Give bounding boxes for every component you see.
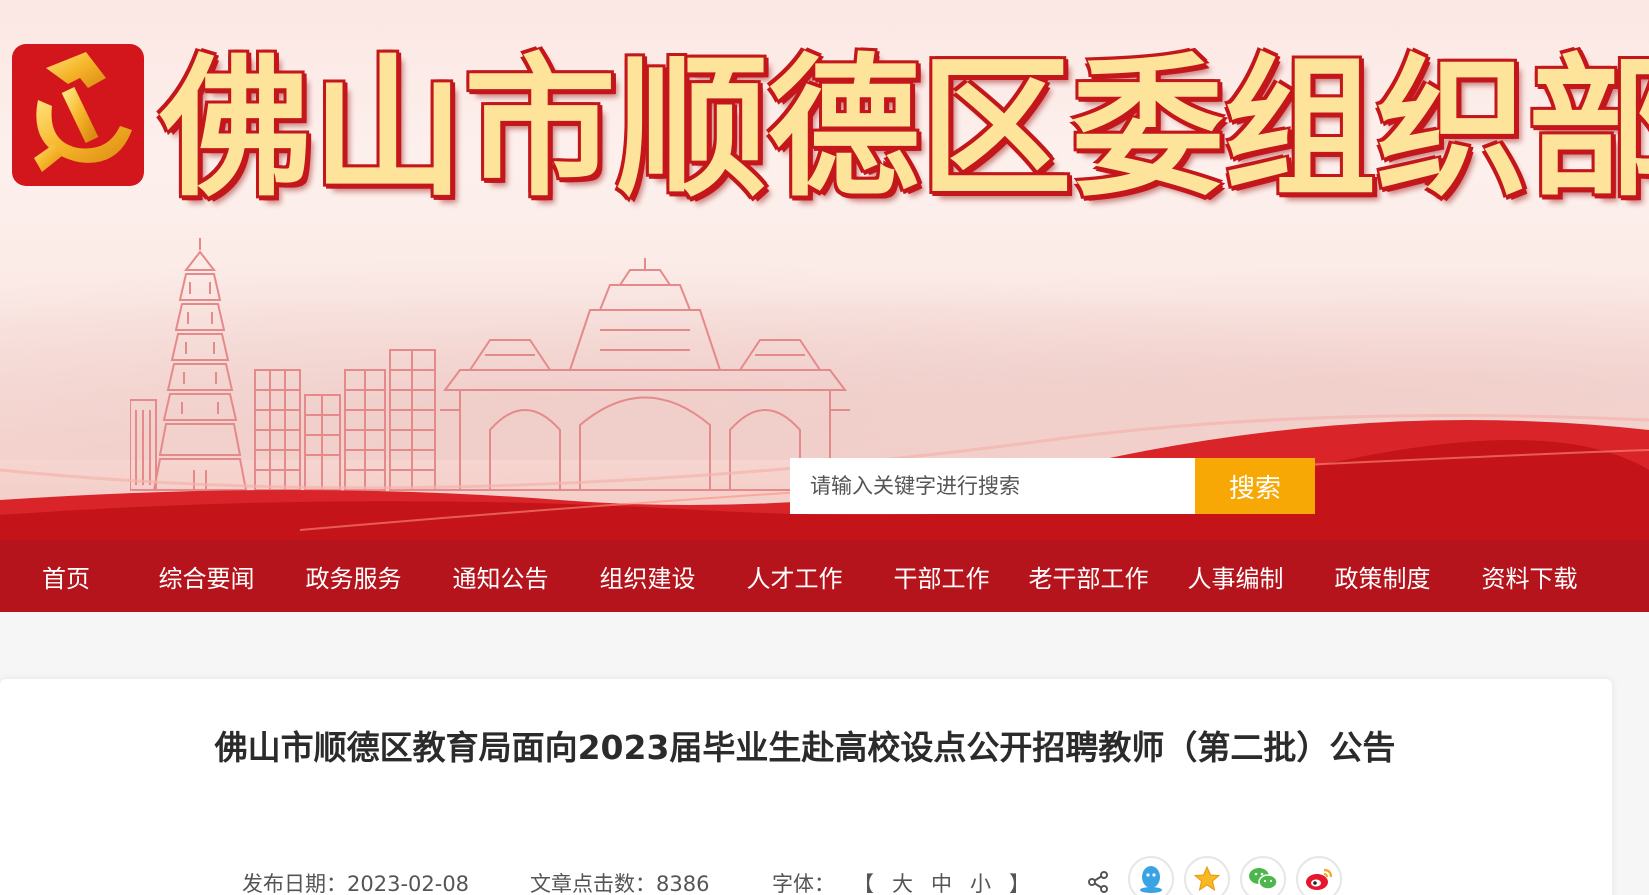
nav-item-staffing[interactable]: 人事编制 [1162,559,1309,594]
main-nav: 首页 综合要闻 政务服务 通知公告 组织建设 人才工作 干部工作 老干部工作 人… [0,540,1649,612]
weibo-icon[interactable] [1296,856,1342,895]
nav-item-policy[interactable]: 政策制度 [1309,559,1456,594]
font-size-bracket-open: 【 [853,872,874,895]
nav-item-organization[interactable]: 组织建设 [574,559,721,594]
search-button[interactable]: 搜索 [1195,458,1315,514]
nav-item-services[interactable]: 政务服务 [280,559,427,594]
wechat-icon[interactable] [1240,856,1286,895]
qq-icon[interactable] [1128,856,1174,895]
font-size-bracket-close: 】 [1009,872,1030,895]
content-spacer [0,612,1649,677]
nav-item-notices[interactable]: 通知公告 [427,559,574,594]
header-banner: 佛山市顺德区委组织部 搜索 [0,0,1649,540]
search-bar: 搜索 [790,458,1315,514]
share-icon[interactable] [1086,870,1110,894]
view-count: 文章点击数：8386 [530,872,710,895]
nav-item-home[interactable]: 首页 [0,559,133,594]
font-size-medium[interactable]: 中 [931,868,952,895]
font-size-large[interactable]: 大 [892,868,913,895]
site-title: 佛山市顺德区委组织部 [160,38,1649,217]
article-meta: 发布日期：2023-02-08 文章点击数：8386 字体： 【 大 中 小 】 [0,856,1612,895]
nav-item-downloads[interactable]: 资料下载 [1456,559,1603,594]
qzone-icon[interactable] [1184,856,1230,895]
nav-item-cadre[interactable]: 干部工作 [868,559,1015,594]
font-size-label: 字体： [772,872,835,895]
font-size-small[interactable]: 小 [970,868,991,895]
article-card: 佛山市顺德区教育局面向2023届毕业生赴高校设点公开招聘教师（第二批）公告 发布… [0,679,1612,895]
nav-item-talent[interactable]: 人才工作 [721,559,868,594]
search-input[interactable] [790,458,1195,514]
nav-item-retired-cadre[interactable]: 老干部工作 [1015,559,1162,594]
article-title: 佛山市顺德区教育局面向2023届毕业生赴高校设点公开招聘教师（第二批）公告 [214,728,1396,767]
nav-item-news[interactable]: 综合要闻 [133,559,280,594]
font-size-control: 字体： 【 大 中 小 】 [772,868,1030,895]
party-emblem-icon [12,44,144,186]
publish-date: 发布日期：2023-02-08 [242,872,470,895]
